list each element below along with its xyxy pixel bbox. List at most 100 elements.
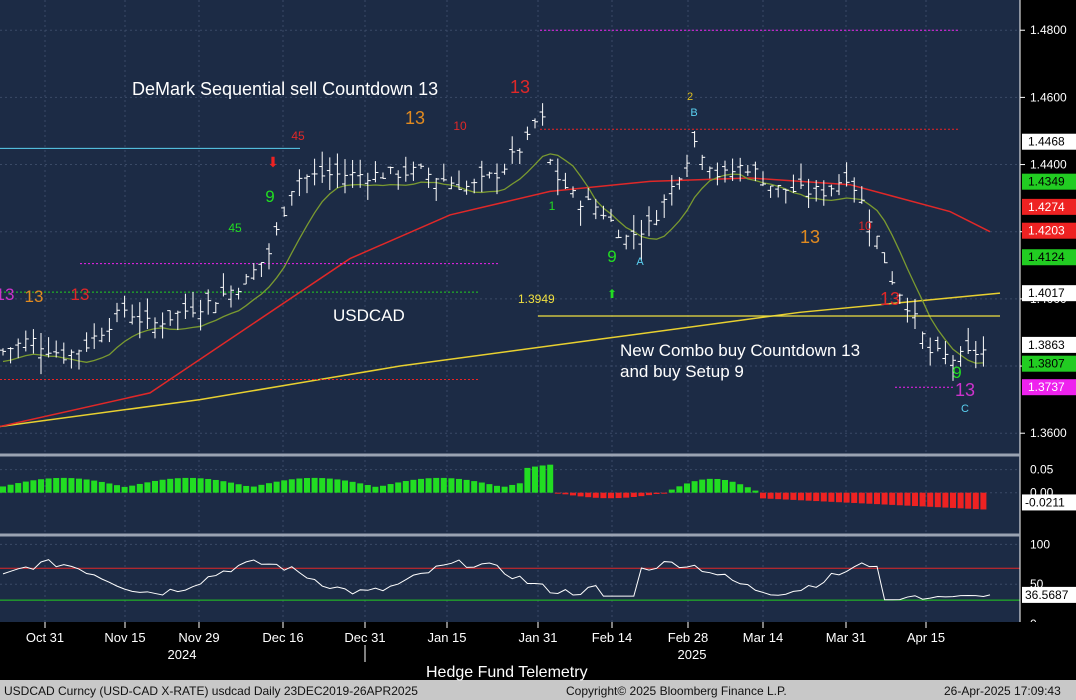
x-tick-label: Feb 14 xyxy=(592,630,632,645)
momentum-bar xyxy=(767,492,774,499)
td-count-label: B xyxy=(690,107,697,119)
momentum-bar xyxy=(463,479,470,493)
momentum-bar xyxy=(326,478,333,493)
momentum-bar xyxy=(889,492,896,505)
td-count-label: 13 xyxy=(510,77,530,97)
momentum-tick-label: 0.05 xyxy=(1030,463,1054,477)
momentum-bar xyxy=(524,467,531,493)
momentum-bar xyxy=(167,478,174,493)
td-count-label: 1 xyxy=(549,199,556,213)
momentum-bar xyxy=(851,492,858,503)
price-tag-label: 1.4017 xyxy=(1028,286,1065,300)
momentum-bar xyxy=(83,479,90,493)
momentum-bar xyxy=(790,492,797,500)
momentum-bar xyxy=(471,481,478,493)
momentum-bar xyxy=(0,486,6,493)
momentum-bar xyxy=(349,481,356,493)
momentum-bar xyxy=(813,492,820,502)
momentum-bar xyxy=(501,486,508,493)
momentum-bar xyxy=(45,478,52,493)
momentum-bar xyxy=(691,481,698,493)
momentum-bar xyxy=(159,479,166,493)
price-tick-label: 1.4600 xyxy=(1030,90,1067,104)
symbol-label: USDCAD xyxy=(333,306,405,325)
td-count-label: C xyxy=(961,403,969,415)
td-count-label: 13 xyxy=(405,108,425,128)
td-count-label: 45 xyxy=(228,221,242,235)
momentum-bar xyxy=(440,477,447,493)
momentum-bar xyxy=(121,486,128,493)
momentum-bar xyxy=(699,479,706,493)
price-tag-label: 1.4349 xyxy=(1028,175,1065,189)
sell-countdown-annotation: DeMark Sequential sell Countdown 13 xyxy=(132,79,438,99)
x-tick-label: Dec 31 xyxy=(344,630,385,645)
buy-countdown-annotation-line2: and buy Setup 9 xyxy=(620,362,744,381)
usdcad-chart: 13 13 134594513 101391310139131AC2B⬇⬆ 1.480… xyxy=(0,0,1076,700)
momentum-bar xyxy=(266,483,272,493)
momentum-bar xyxy=(22,481,29,493)
momentum-bar xyxy=(782,492,789,500)
footer-timestamp: 26-Apr-2025 17:09:43 xyxy=(944,684,1061,698)
td-count-label: 13 xyxy=(0,285,14,304)
momentum-bar xyxy=(539,465,546,493)
momentum-bar xyxy=(896,492,903,506)
momentum-bar xyxy=(106,483,113,493)
momentum-bar xyxy=(843,492,850,503)
momentum-bar xyxy=(129,485,136,493)
price-tick-label: 1.3600 xyxy=(1030,426,1067,440)
x-tick-label: Nov 29 xyxy=(178,630,219,645)
momentum-bar xyxy=(288,479,295,493)
momentum-bar xyxy=(418,478,424,493)
momentum-bar xyxy=(456,478,462,493)
momentum-bar xyxy=(304,478,310,493)
momentum-bar xyxy=(68,478,75,493)
momentum-bar xyxy=(904,492,911,506)
footer-security-info: USDCAD Curncy (USD-CAD X-RATE) usdcad Da… xyxy=(4,684,418,698)
momentum-bar xyxy=(828,492,835,502)
momentum-bar xyxy=(919,492,926,507)
momentum-bar xyxy=(38,479,44,493)
momentum-bar xyxy=(152,480,158,493)
td-count-label: 13 xyxy=(71,285,90,304)
price-tag-label: 1.3737 xyxy=(1028,380,1065,394)
momentum-bar xyxy=(15,483,22,493)
momentum-bar xyxy=(638,492,645,497)
momentum-bar xyxy=(228,482,234,493)
momentum-bar xyxy=(805,492,812,501)
momentum-bar xyxy=(874,492,880,505)
year-label: 2025 xyxy=(678,647,707,662)
momentum-bar xyxy=(380,485,386,493)
price-tick-label: 1.4800 xyxy=(1030,23,1067,37)
momentum-bar xyxy=(577,492,584,497)
momentum-bar xyxy=(235,484,242,493)
td-count-label: 45 xyxy=(291,129,305,143)
momentum-bar xyxy=(737,484,744,493)
x-tick-label: Jan 31 xyxy=(518,630,557,645)
momentum-bar xyxy=(820,492,827,502)
momentum-bar xyxy=(60,477,67,493)
momentum-bar xyxy=(516,483,523,493)
momentum-bar xyxy=(798,492,804,501)
price-tag-label: 1.3807 xyxy=(1028,357,1065,371)
price-tick-label: 1.4400 xyxy=(1030,158,1067,172)
momentum-bar xyxy=(98,481,105,493)
momentum-bar xyxy=(615,492,622,499)
momentum-bar xyxy=(250,486,257,493)
momentum-bar xyxy=(296,478,303,493)
td-count-label: 13 xyxy=(800,227,820,247)
momentum-bar xyxy=(486,484,493,493)
momentum-bar xyxy=(668,489,675,493)
x-tick-label: Dec 16 xyxy=(262,630,303,645)
momentum-bar xyxy=(714,478,721,493)
momentum-bar xyxy=(858,492,865,504)
x-tick-label: Mar 14 xyxy=(743,630,783,645)
momentum-bar xyxy=(30,480,37,493)
x-tick-label: Jan 15 xyxy=(427,630,466,645)
momentum-bar xyxy=(190,477,196,493)
momentum-bar xyxy=(281,480,288,493)
momentum-bar xyxy=(258,484,265,493)
momentum-bar xyxy=(942,492,949,508)
momentum-bar xyxy=(722,479,728,493)
momentum-bar xyxy=(623,492,630,498)
momentum-bar xyxy=(934,492,941,508)
